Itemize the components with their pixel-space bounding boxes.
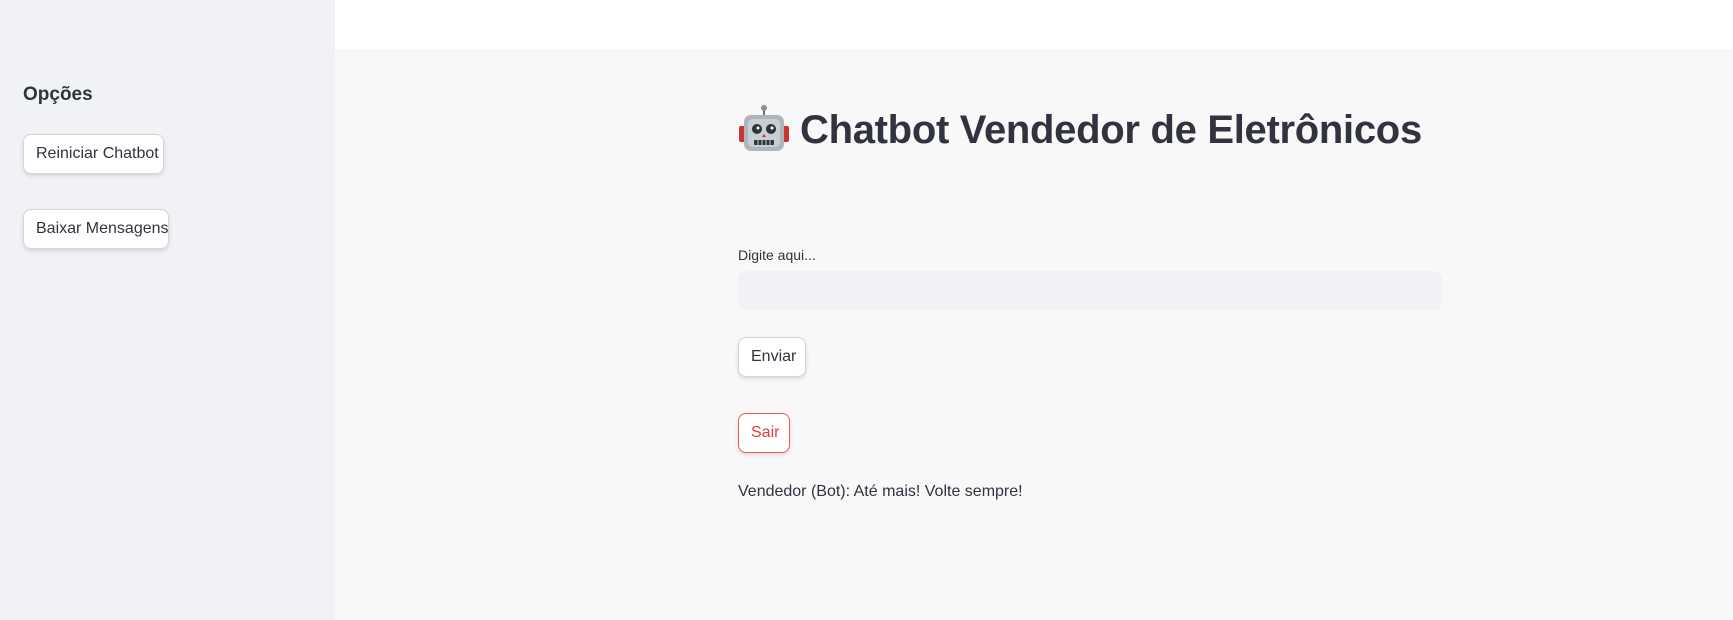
page-title: Chatbot Vendedor de Eletrônicos xyxy=(738,104,1422,156)
restart-chatbot-button[interactable]: Reiniciar Chatbot xyxy=(23,134,164,174)
main-content: Chatbot Vendedor de Eletrônicos Digite a… xyxy=(335,49,1733,620)
bot-response-message: Vendedor (Bot): Até mais! Volte sempre! xyxy=(738,483,1023,500)
message-input[interactable] xyxy=(738,271,1442,310)
sidebar: Opções Reiniciar Chatbot Baixar Mensagen… xyxy=(0,0,335,620)
top-header-bar xyxy=(335,0,1733,49)
sidebar-title: Opções xyxy=(23,84,93,105)
exit-button[interactable]: Sair xyxy=(738,413,790,453)
robot-icon xyxy=(739,105,789,151)
message-input-label: Digite aqui... xyxy=(738,247,816,263)
download-messages-button[interactable]: Baixar Mensagens xyxy=(23,209,169,249)
page-title-text: Chatbot Vendedor de Eletrônicos xyxy=(800,107,1422,152)
send-button[interactable]: Enviar xyxy=(738,337,806,377)
app-window: Opções Reiniciar Chatbot Baixar Mensagen… xyxy=(0,0,1733,620)
